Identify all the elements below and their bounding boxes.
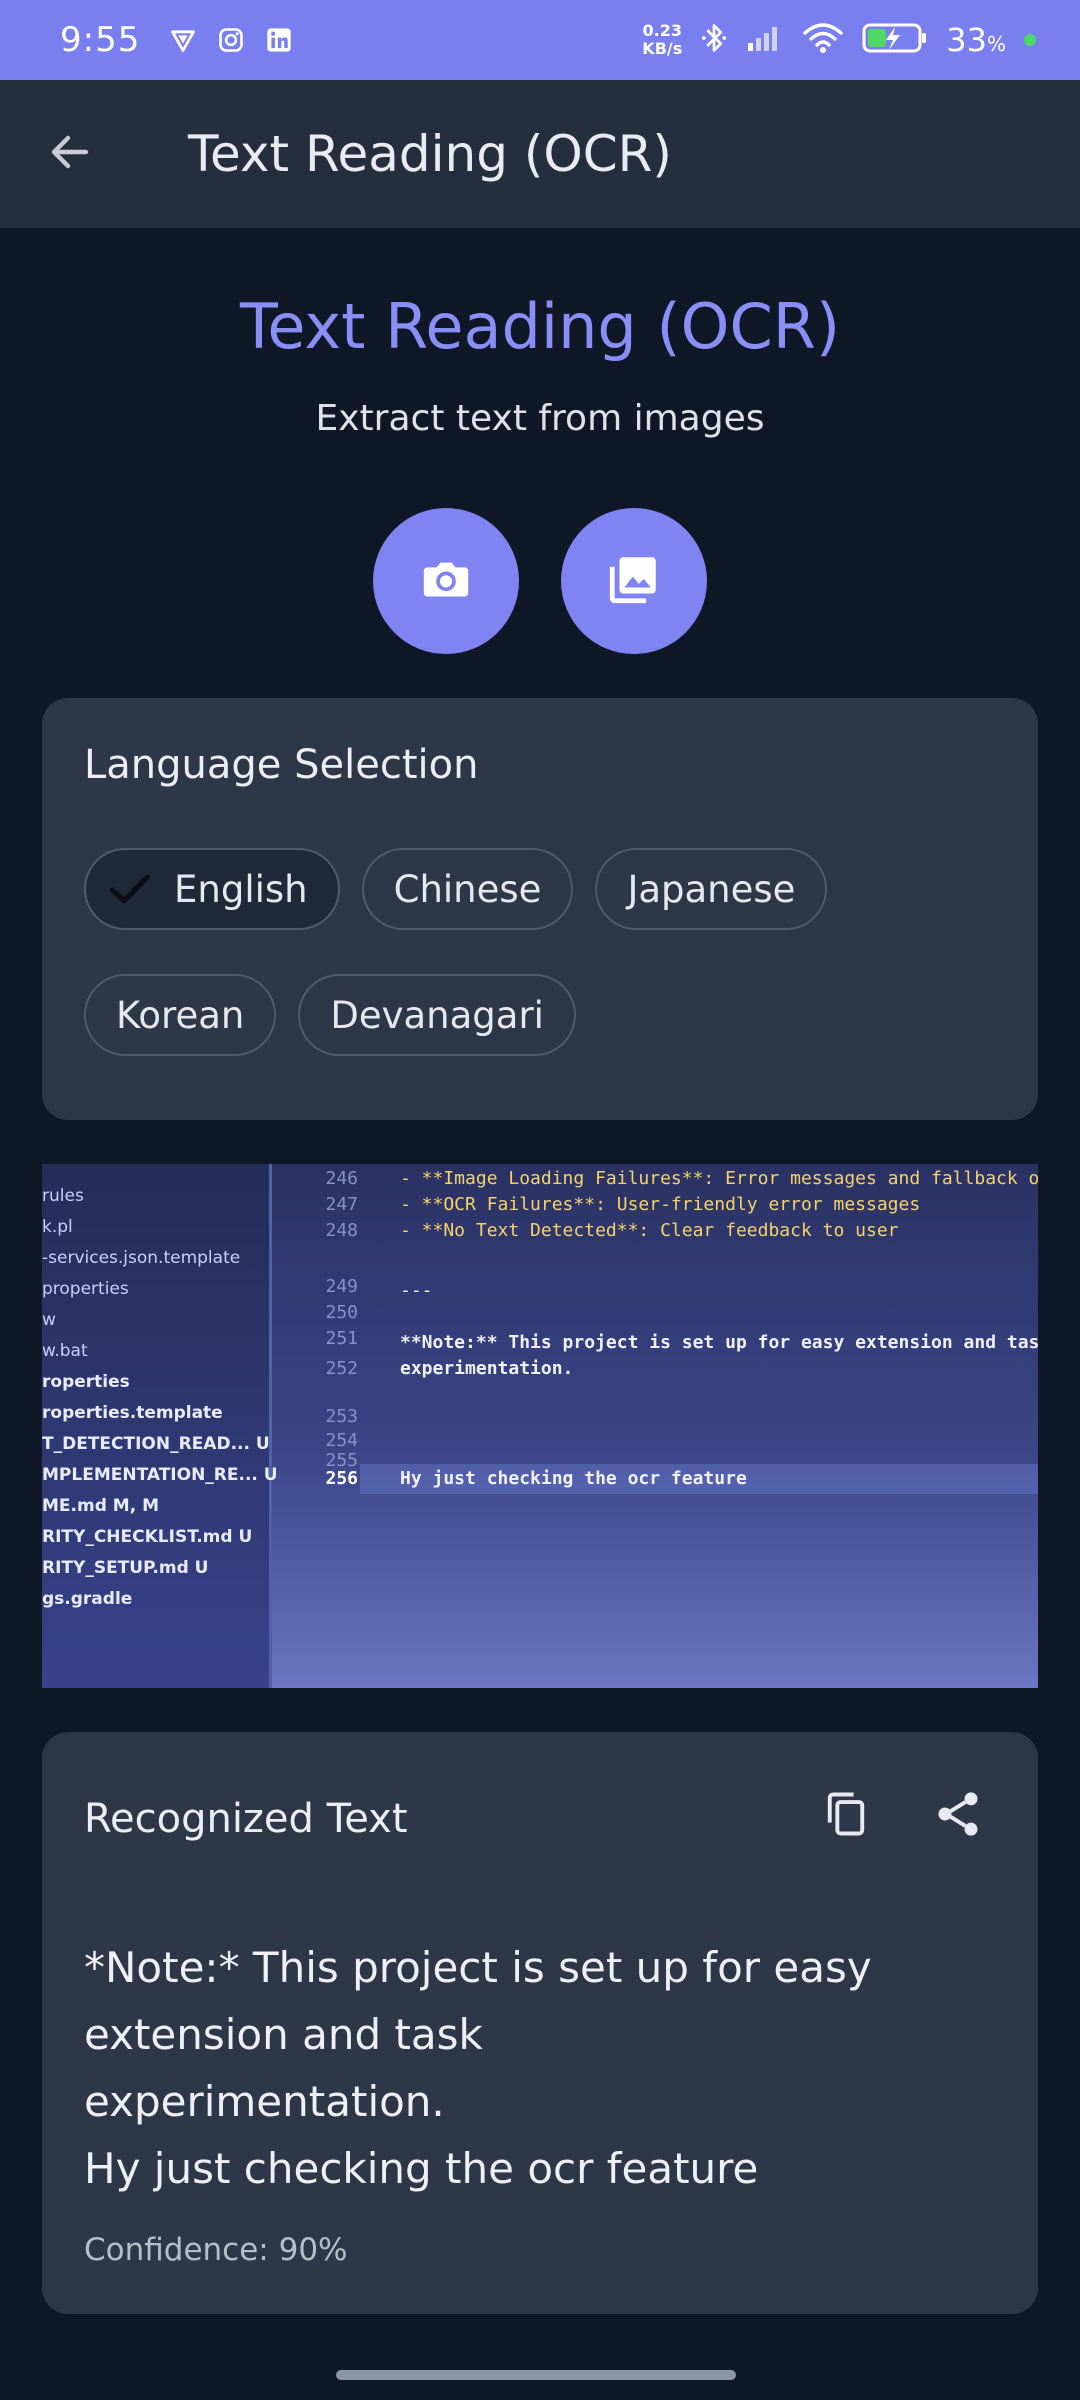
battery-percent-value: 33 (946, 21, 987, 59)
preview-code-line: --- (400, 1280, 433, 1301)
language-chip-chinese[interactable]: Chinese (361, 848, 574, 930)
preview-line-number: 248 (325, 1220, 358, 1241)
copy-icon (820, 1788, 872, 1844)
preview-file-entry: gs.gradle (42, 1589, 133, 1609)
preview-code-text: - **Image Loading Failures**: Error mess… (360, 1164, 1038, 1688)
recognized-text-actions (818, 1788, 986, 1844)
preview-line-number: 246 (325, 1168, 358, 1189)
share-button[interactable] (930, 1788, 986, 1844)
battery-percent: 33% (946, 21, 1006, 59)
preview-file-entry: roperties.template (42, 1403, 223, 1423)
share-icon (932, 1788, 984, 1844)
preview-line-number: 251 (325, 1328, 358, 1349)
preview-line-number: 249 (325, 1276, 358, 1297)
preview-file-entry: -services.json.template (42, 1248, 241, 1268)
recognized-text-content: *Note:* This project is set up for easy … (84, 1943, 872, 2193)
preview-file-entry: roperties (42, 1372, 130, 1392)
recognized-text-card: Recognized Text *Note:* This project is … (42, 1732, 1038, 2314)
preview-file-entry: k.pl (42, 1217, 73, 1237)
network-speed-value: 0.23 (642, 21, 683, 40)
vpn-shield-icon (168, 25, 198, 55)
preview-file-entry: properties (42, 1279, 129, 1299)
language-chip-korean[interactable]: Korean (84, 974, 277, 1056)
preview-code-line: Hy just checking the ocr feature (400, 1468, 747, 1489)
preview-file-entry: MPLEMENTATION_RE... U (42, 1465, 278, 1485)
preview-file-explorer: rules k.pl -services.json.template prope… (42, 1164, 278, 1688)
preview-code-line: - **OCR Failures**: User-friendly error … (400, 1194, 921, 1215)
privacy-indicator-dot (1024, 34, 1036, 46)
app-bar-title: Text Reading (OCR) (188, 125, 672, 183)
language-chip-devanagari[interactable]: Devanagari (298, 974, 576, 1056)
battery-charging-icon (862, 21, 928, 59)
copy-button[interactable] (818, 1788, 874, 1844)
selected-image-preview: rules k.pl -services.json.template prope… (42, 1164, 1038, 1688)
language-selection-title: Language Selection (84, 742, 479, 788)
preview-line-number: 252 (325, 1358, 358, 1379)
preview-code-line: experimentation. (400, 1358, 574, 1379)
preview-file-entry: ME.md M, M (42, 1496, 159, 1516)
bluetooth-icon (700, 21, 728, 59)
status-bar: 9:55 0.23 KB/s 33% (0, 0, 1080, 80)
recognized-text-title: Recognized Text (84, 1796, 408, 1842)
language-selection-card: Language Selection English Chinese Japan… (42, 698, 1038, 1120)
preview-line-number: 254 (325, 1430, 358, 1451)
app-bar: Text Reading (OCR) (0, 80, 1080, 228)
gallery-icon (605, 550, 663, 612)
network-speed-unit: KB/s (642, 39, 683, 58)
language-chip-label: Japanese (627, 867, 796, 911)
preview-line-number: 256 (325, 1468, 358, 1489)
preview-code-line: - **No Text Detected**: Clear feedback t… (400, 1220, 899, 1241)
language-chip-label: Chinese (393, 867, 542, 911)
linkedin-icon (264, 25, 294, 55)
battery-percent-unit: % (986, 32, 1006, 56)
language-chip-label: Devanagari (330, 993, 544, 1037)
status-notification-icons (168, 25, 294, 55)
preview-code-line: **Note:** This project is set up for eas… (400, 1332, 1038, 1353)
checkmark-icon (104, 863, 156, 915)
preview-line-numbers: 246 247 248 249 250 251 252 253 254 255 … (278, 1164, 368, 1688)
preview-file-entry: RITY_CHECKLIST.md U (42, 1527, 253, 1547)
preview-file-entry: w.bat (42, 1341, 88, 1361)
camera-button[interactable] (373, 508, 519, 654)
language-chip-japanese[interactable]: Japanese (595, 848, 828, 930)
language-chip-label: Korean (116, 993, 245, 1037)
language-chip-english[interactable]: English (84, 848, 340, 930)
preview-code-line: - **Image Loading Failures**: Error mess… (400, 1168, 1038, 1189)
camera-icon (418, 551, 474, 611)
home-indicator[interactable] (336, 2370, 736, 2380)
back-button[interactable] (0, 80, 140, 228)
status-time: 9:55 (60, 20, 141, 60)
capture-actions (0, 508, 1080, 654)
gallery-button[interactable] (561, 508, 707, 654)
preview-file-entry: rules (42, 1186, 84, 1206)
preview-file-entry: w (42, 1310, 56, 1330)
status-system-icons: 0.23 KB/s 33% (642, 21, 1036, 59)
preview-line-number: 247 (325, 1194, 358, 1215)
signal-icon (746, 23, 784, 57)
confidence-label: Confidence: 90% (84, 2232, 348, 2268)
language-chip-label: English (174, 867, 308, 911)
preview-line-number: 253 (325, 1406, 358, 1427)
page-title: Text Reading (OCR) (239, 290, 841, 363)
preview-line-number: 250 (325, 1302, 358, 1323)
preview-file-entry: T_DETECTION_READ... U (42, 1434, 270, 1454)
preview-file-entry: RITY_SETUP.md U (42, 1558, 209, 1578)
instagram-icon (216, 25, 246, 55)
network-speed: 0.23 KB/s (642, 22, 682, 58)
language-chips-row: English Chinese Japanese (84, 848, 828, 930)
page-subtitle: Extract text from images (315, 398, 765, 439)
wifi-icon (802, 21, 844, 59)
language-chips-row: Korean Devanagari (84, 974, 576, 1056)
arrow-left-icon (46, 128, 94, 180)
